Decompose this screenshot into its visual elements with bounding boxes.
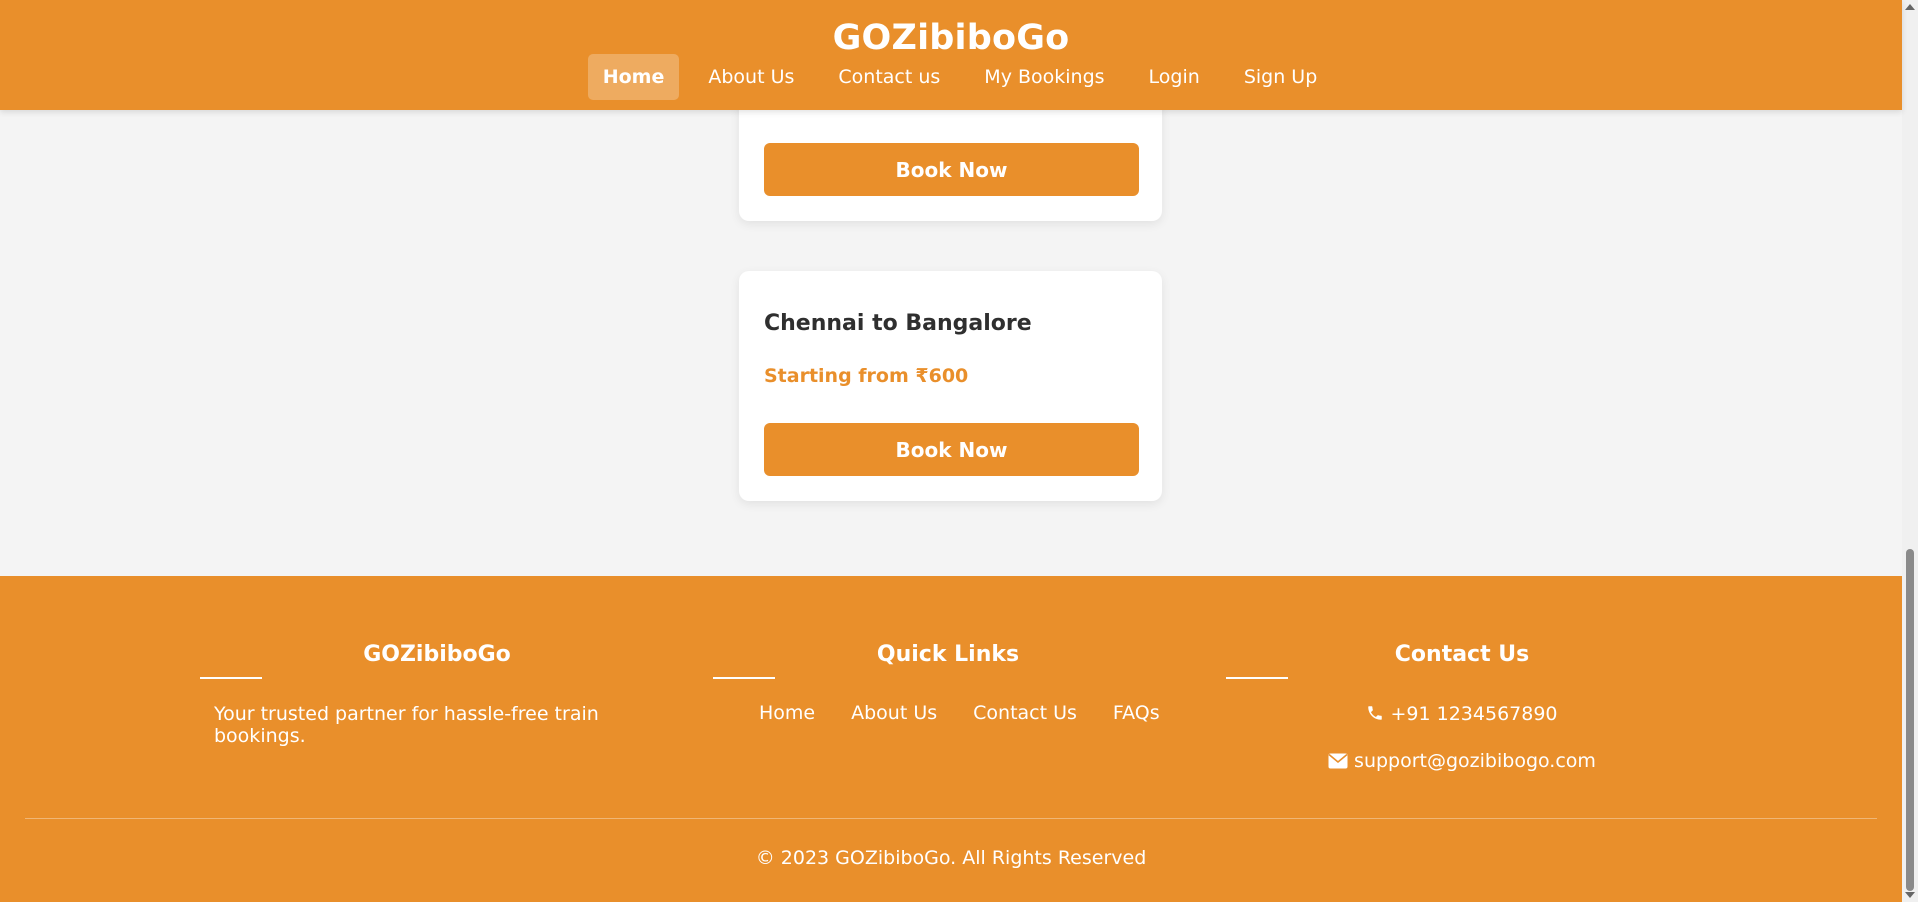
footer-phone: +91 1234567890 — [1227, 703, 1697, 727]
heading-underline — [1226, 677, 1288, 679]
book-now-button[interactable]: Book Now — [764, 423, 1139, 476]
footer-contact-column: Contact Us — [1227, 640, 1697, 670]
footer-about-column: GOZibiboGo — [202, 640, 672, 670]
brand-logo-text[interactable]: GOZibiboGo — [0, 18, 1902, 58]
route-card: Chennai to Bangalore Starting from ₹600 … — [739, 271, 1162, 501]
footer-contact-heading: Contact Us — [1394, 642, 1530, 667]
footer-email: support@gozibibogo.com — [1227, 750, 1697, 774]
footer-email-text: support@gozibibogo.com — [1354, 750, 1596, 772]
footer-links-column: Quick Links — [713, 640, 1183, 670]
heading-underline — [713, 677, 775, 679]
book-now-button[interactable]: Book Now — [764, 143, 1139, 196]
scroll-down-arrow-icon[interactable] — [1905, 892, 1915, 898]
footer-link-home[interactable]: Home — [759, 702, 815, 724]
footer-brand-heading: GOZibiboGo — [363, 642, 511, 667]
footer-about-text: Your trusted partner for hassle-free tra… — [214, 703, 599, 747]
footer-phone-text: +91 1234567890 — [1390, 703, 1558, 725]
route-price: Starting from ₹600 — [764, 365, 969, 387]
site-header: GOZibiboGo Home About Us Contact us My B… — [0, 0, 1902, 110]
main-nav: Home About Us Contact us My Bookings Log… — [0, 54, 1902, 100]
copyright-text: © 2023 GOZibiboGo. All Rights Reserved — [755, 847, 1147, 869]
footer-divider — [25, 818, 1877, 819]
scroll-up-arrow-icon[interactable] — [1905, 4, 1915, 10]
nav-login[interactable]: Login — [1134, 54, 1215, 100]
vertical-scrollbar[interactable] — [1902, 0, 1918, 902]
heading-underline — [200, 677, 262, 679]
nav-about-us[interactable]: About Us — [693, 54, 809, 100]
nav-home[interactable]: Home — [587, 54, 680, 100]
envelope-icon — [1328, 752, 1348, 774]
nav-my-bookings[interactable]: My Bookings — [969, 54, 1119, 100]
footer-quick-links: Home About Us Contact Us FAQs — [759, 702, 1160, 724]
footer-quick-links-heading: Quick Links — [876, 642, 1020, 667]
page: Book Now Chennai to Bangalore Starting f… — [0, 0, 1918, 902]
site-footer: GOZibiboGo Quick Links Contact Us Your t… — [0, 576, 1902, 902]
footer-link-faqs[interactable]: FAQs — [1113, 702, 1160, 724]
route-title: Chennai to Bangalore — [764, 311, 1032, 336]
footer-link-about-us[interactable]: About Us — [851, 702, 937, 724]
footer-link-contact-us[interactable]: Contact Us — [973, 702, 1077, 724]
nav-contact-us[interactable]: Contact us — [823, 54, 955, 100]
nav-sign-up[interactable]: Sign Up — [1229, 54, 1332, 100]
scrollbar-thumb[interactable] — [1906, 549, 1914, 891]
phone-icon — [1366, 704, 1384, 727]
